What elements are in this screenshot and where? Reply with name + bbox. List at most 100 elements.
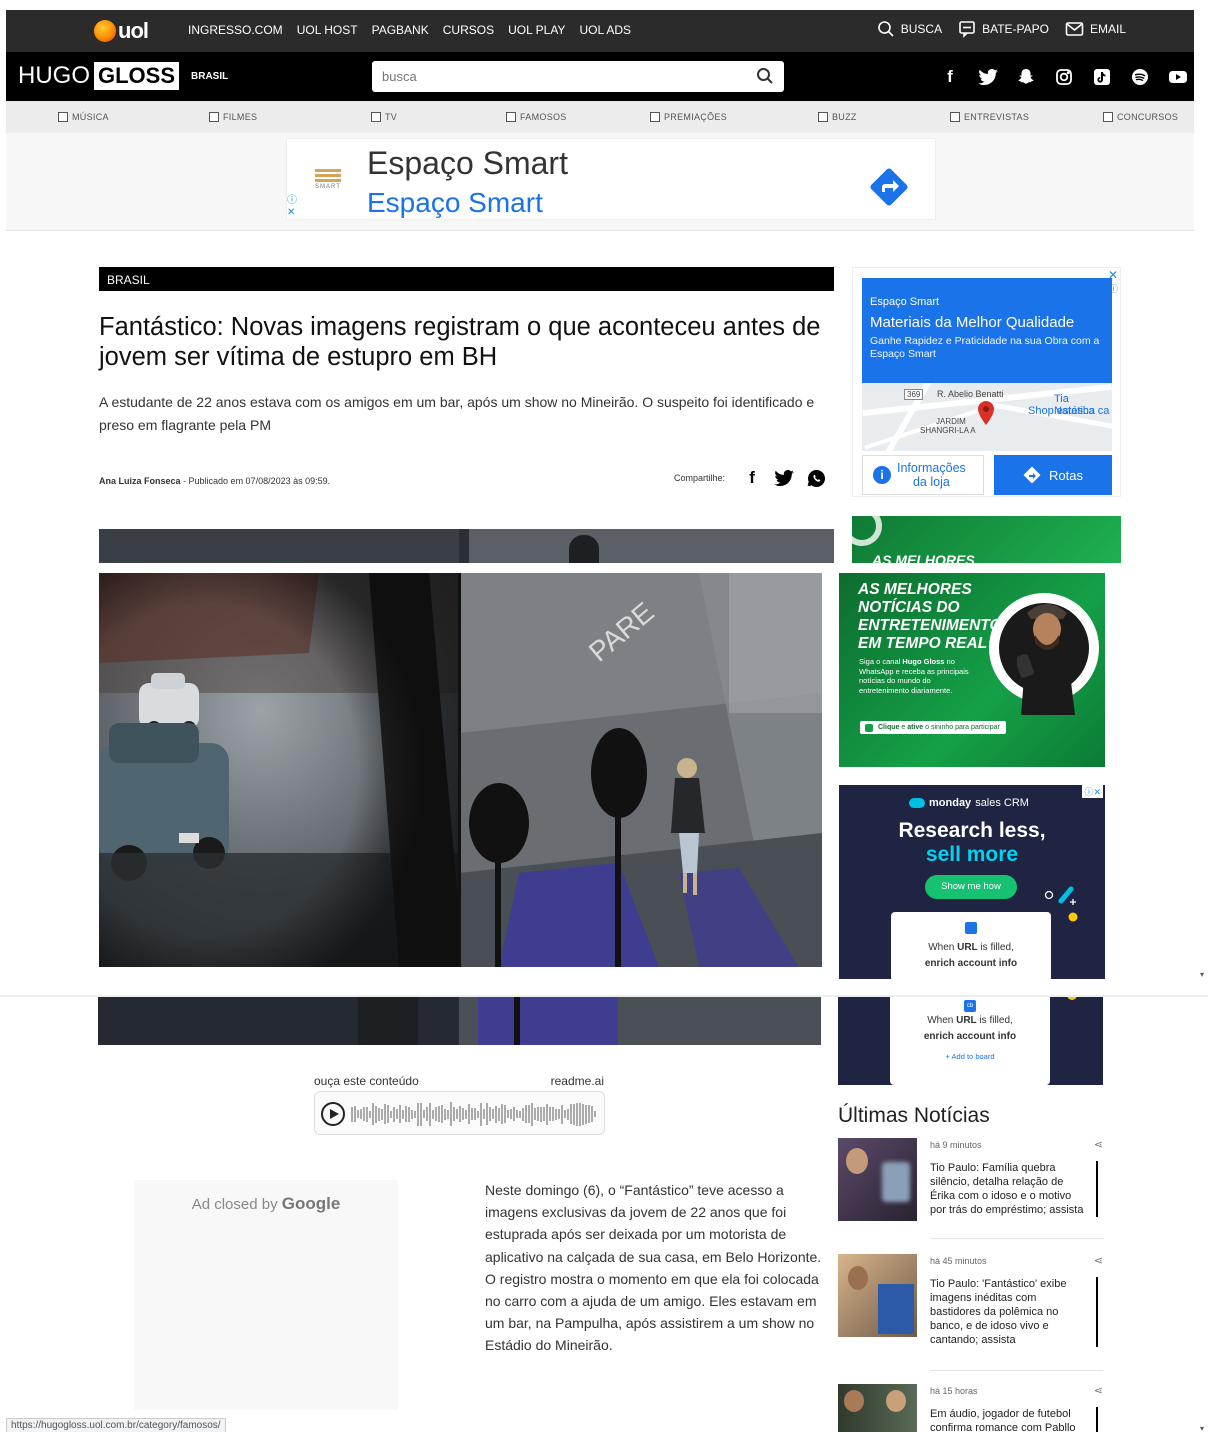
facebook-share-icon[interactable]: f [741,467,763,489]
bate-papo-link[interactable]: BATE-PAPO [958,20,1049,38]
waveform-bar [540,1106,542,1122]
category-famosos[interactable]: FAMOSOS [506,112,567,122]
espaco-smart-banner[interactable]: SMART Espaço Smart Espaço Smart ⓘ ✕ [286,138,936,220]
share-icon[interactable]: ⋖ [1094,1138,1103,1151]
checkbox-icon [371,112,381,122]
tiktok-icon[interactable] [1090,65,1114,89]
waveform-bar [516,1110,518,1118]
waveform-bar [534,1108,536,1120]
social-links: f [938,65,1190,89]
category-tv[interactable]: TV [371,112,397,122]
show-me-how-button[interactable]: Show me how [925,875,1017,899]
news-thumbnail[interactable] [838,1254,917,1337]
promo-cta[interactable]: Clique e ative o sininho para participar [860,721,1006,734]
edition-label: BRASIL [191,70,229,82]
uol-logo[interactable]: uol [94,18,149,44]
waveform-bar [357,1110,359,1118]
spotify-icon[interactable] [1128,65,1152,89]
waveform-bar [465,1109,467,1119]
hugo-gloss-logo[interactable]: HUGO GLOSS BRASIL [18,62,228,90]
monday-logo-icon [909,798,925,808]
waveform-bar [387,1105,389,1123]
waveform-bar [414,1110,416,1118]
news-headline[interactable]: Tio Paulo: Família quebra silêncio, deta… [930,1161,1098,1217]
video-player-top[interactable] [99,529,834,563]
waveform-bar [456,1109,458,1119]
whatsapp-promo-top[interactable]: AS MELHORES [852,516,1121,563]
share-icon[interactable]: ⋖ [1094,1254,1103,1267]
news-thumbnail[interactable] [838,1138,917,1221]
waveform-bar [513,1107,515,1121]
waveform-bar [498,1107,500,1121]
waveform-bar [591,1106,593,1122]
espaco-smart-map-ad[interactable]: ✕ ⓘ Espaço Smart Materiais da Melhor Qua… [852,267,1121,497]
section-label[interactable]: BRASIL [99,267,834,291]
share-label: Compartilhe: [674,473,726,483]
closed-ad-slot: Ad closed by Google [134,1180,398,1410]
play-icon[interactable] [321,1102,345,1126]
uol-link[interactable]: CURSOS [443,23,494,37]
category-entrevistas[interactable]: ENTREVISTAS [950,112,1029,122]
waveform-bar [447,1109,449,1119]
whatsapp-share-icon[interactable] [805,467,827,489]
email-link[interactable]: EMAIL [1065,21,1126,37]
uol-link[interactable]: UOL PLAY [508,23,565,37]
store-info-button[interactable]: i Informações da loja [862,455,984,495]
audio-brand[interactable]: readme.ai [551,1074,604,1088]
badge-icon [965,922,977,934]
waveform-bar [381,1108,383,1120]
checkbox-icon [818,112,828,122]
waveform-bar [522,1107,524,1121]
busca-link[interactable]: BUSCA [877,20,942,38]
waveform-bar [420,1102,422,1126]
news-headline[interactable]: Em áudio, jogador de futebol confirma ro… [930,1407,1098,1432]
location-map[interactable]: 369 R. Abelio Benatti JARDIM SHANGRI-LA … [862,383,1112,451]
video-player[interactable]: PARE [99,573,822,967]
search-input[interactable] [372,61,732,92]
waveform-bar [399,1105,401,1123]
category-musica[interactable]: MÚSICA [58,112,109,122]
news-time: há 45 minutos [930,1256,987,1266]
directions-arrow-icon[interactable] [867,165,911,209]
waveform-bar [573,1103,575,1125]
waveform-bar [369,1110,371,1118]
search-box [372,61,784,92]
twitter-share-icon[interactable] [773,467,795,489]
news-headline[interactable]: Tio Paulo: 'Fantástico' exibe imagens in… [930,1277,1098,1347]
waveform-bar [585,1104,587,1124]
scroll-down-arrow-icon[interactable]: ▾ [1200,1424,1204,1432]
waveform-bar [384,1104,386,1124]
category-premiacoes[interactable]: PREMIAÇÕES [650,112,727,122]
instagram-icon[interactable] [1052,65,1076,89]
uol-link[interactable]: UOL HOST [297,23,358,37]
facebook-icon[interactable]: f [938,65,962,89]
routes-button[interactable]: Rotas [994,455,1112,495]
audio-waveform[interactable] [351,1100,599,1128]
monday-crm-ad-bottom[interactable]: cb When URL is filled, enrich account in… [838,997,1103,1085]
waveform-bar [567,1108,569,1120]
share-icon[interactable]: ⋖ [1094,1384,1103,1397]
twitter-icon[interactable] [976,65,1000,89]
monday-logo: monday sales CRM [909,797,1029,809]
uol-link[interactable]: PAGBANK [372,23,429,37]
whatsapp-channel-promo[interactable]: AS MELHORES NOTÍCIAS DO ENTRETENIMENTO E… [839,573,1105,767]
uol-link[interactable]: INGRESSO.COM [188,23,283,37]
ad-choices-icon[interactable]: ⓘ✕ [287,195,297,219]
category-filmes[interactable]: FILMES [209,112,257,122]
ad-choices-icon[interactable]: ⓘ✕ [1082,785,1103,798]
news-thumbnail[interactable] [838,1384,917,1432]
waveform-bar [507,1110,509,1118]
snapchat-icon[interactable] [1014,65,1038,89]
monday-crm-ad[interactable]: ⓘ✕ monday sales CRM Research less, sell m… [839,785,1105,979]
youtube-icon[interactable] [1166,65,1190,89]
search-icon[interactable] [756,67,774,85]
scroll-down-arrow-icon[interactable]: ▾ [1200,970,1204,979]
uol-link[interactable]: UOL ADS [579,23,631,37]
publish-date: - Publicado em 07/08/2023 às 09:59. [180,476,331,486]
category-buzz[interactable]: BUZZ [818,112,857,122]
add-to-board-link[interactable]: + Add to board [890,1049,1050,1065]
video-player-bottom[interactable] [98,997,821,1045]
author-name[interactable]: Ana Luiza Fonseca [99,476,181,486]
waveform-bar [492,1109,494,1119]
category-concursos[interactable]: CONCURSOS [1103,112,1178,122]
